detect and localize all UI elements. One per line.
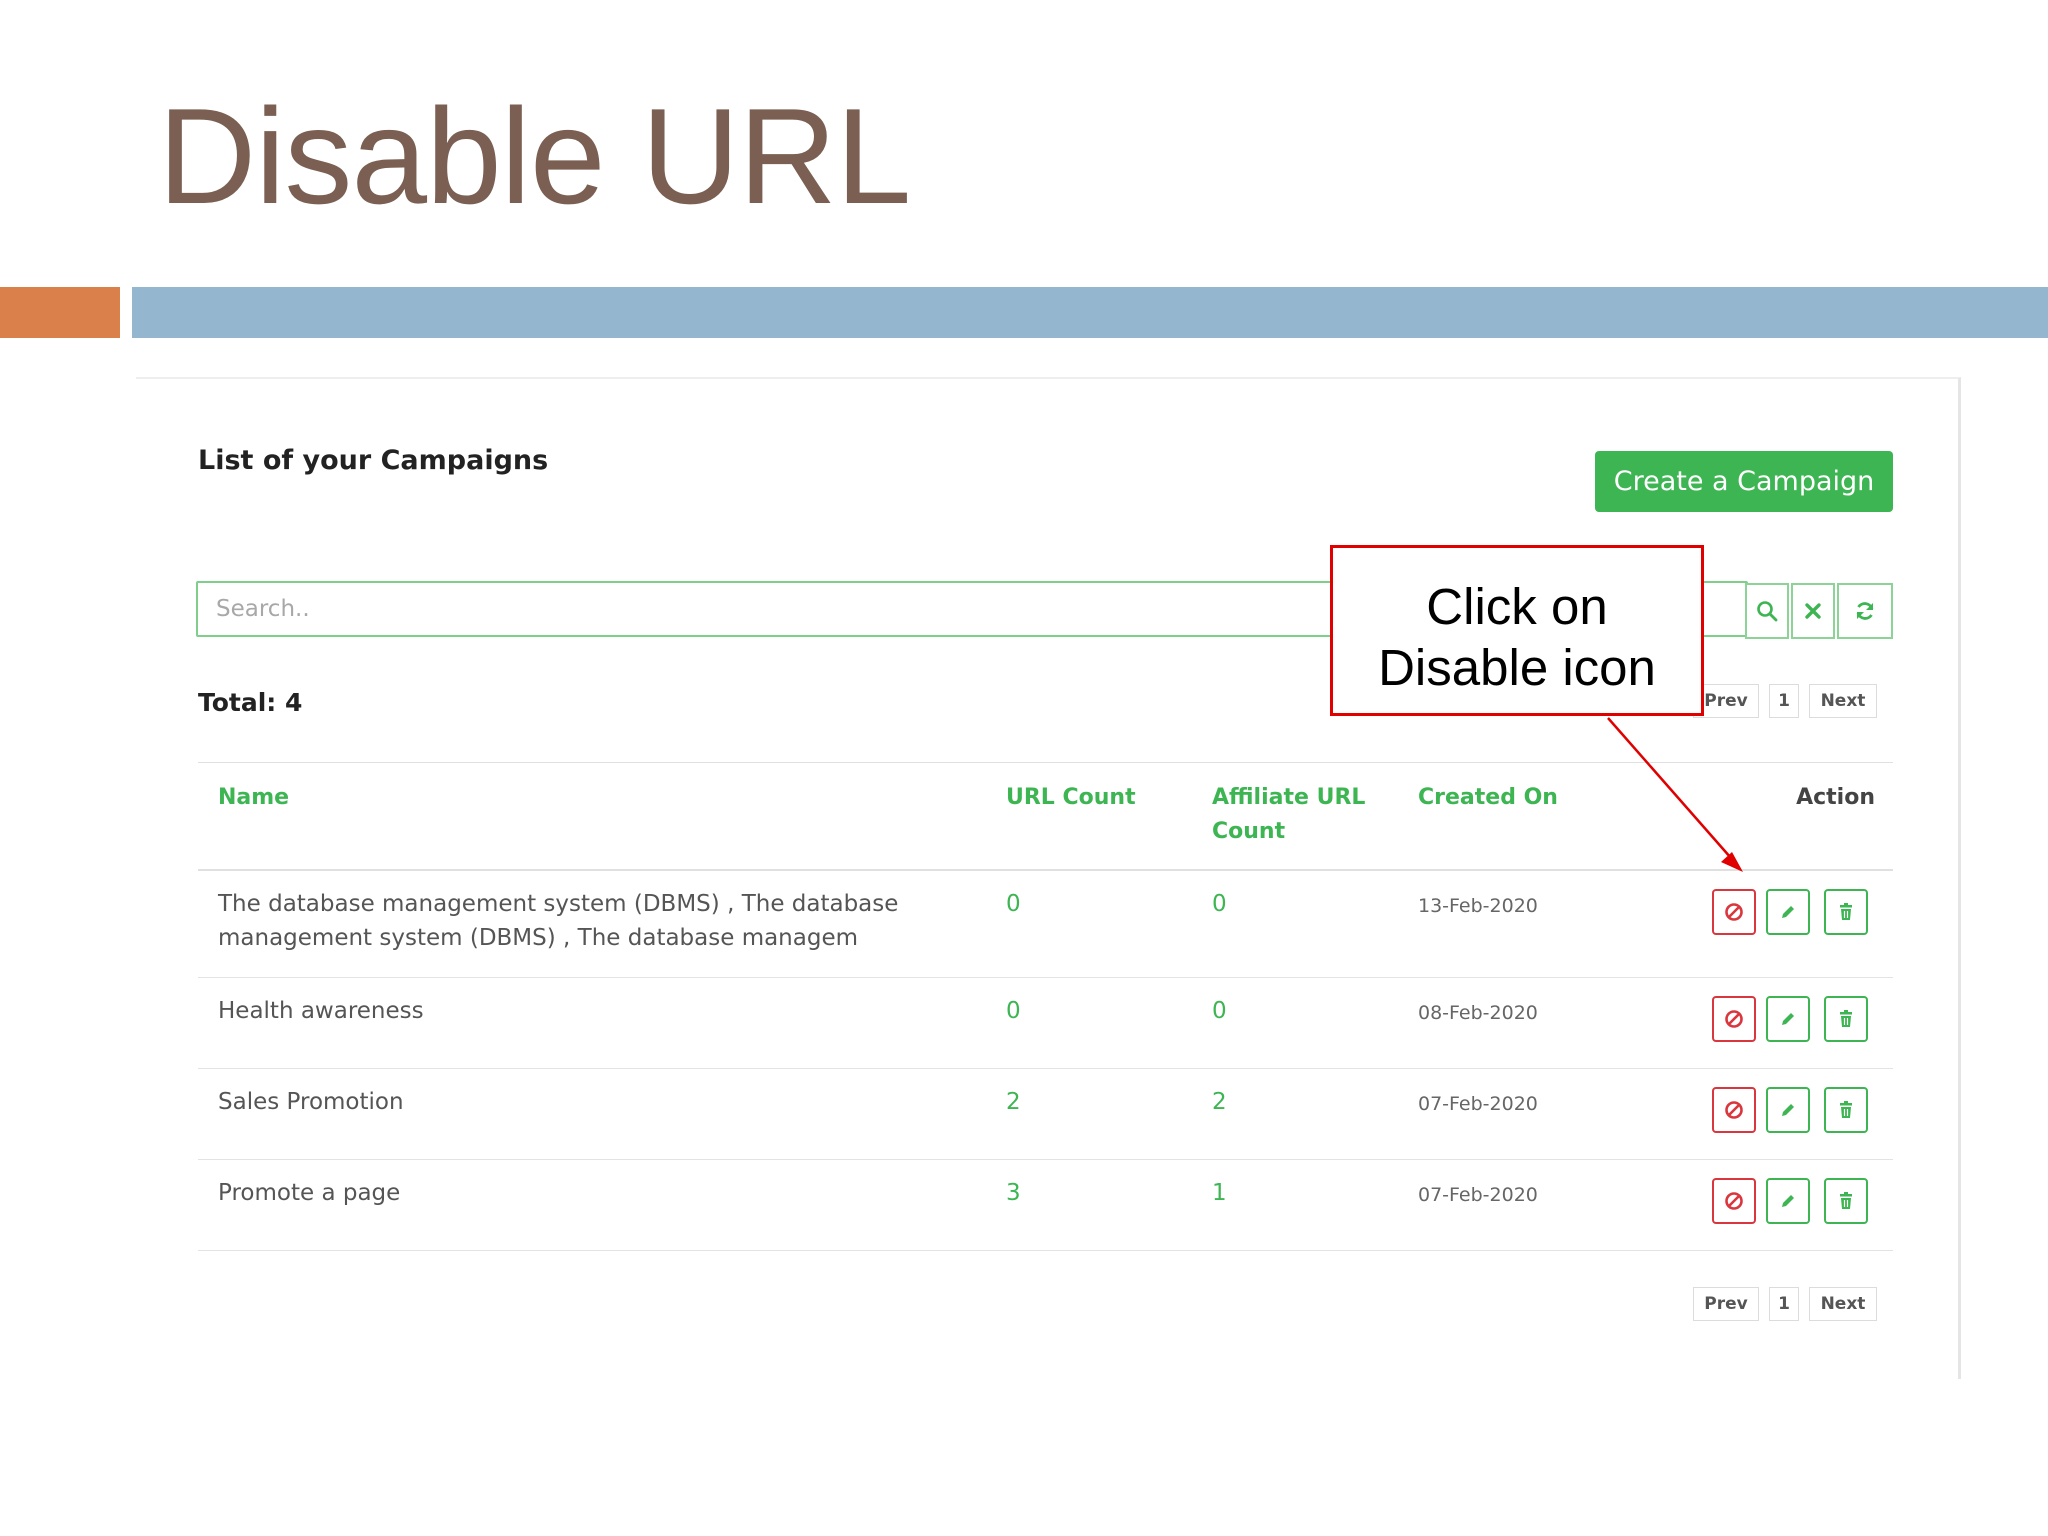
col-created-on[interactable]: Created On (1418, 781, 1558, 815)
trash-icon (1840, 903, 1852, 920)
total-count: Total: 4 (198, 688, 303, 717)
created-on: 13-Feb-2020 (1418, 895, 1538, 917)
callout-line2: Disable icon (1378, 639, 1656, 696)
refresh-icon (1856, 602, 1874, 620)
pencil-icon (1782, 1195, 1794, 1207)
campaign-name-line2: management system (DBMS) , The database … (218, 925, 859, 951)
disable-button[interactable] (1712, 996, 1756, 1042)
pencil-icon (1782, 1104, 1794, 1116)
table-row: Health awareness 0 0 08-Feb-2020 (198, 978, 1893, 1069)
campaign-panel: List of your Campaigns Create a Campaign… (136, 377, 1961, 1379)
created-on: 07-Feb-2020 (1418, 1093, 1538, 1115)
pagination-bottom: Prev 1 Next (1693, 1287, 1877, 1321)
url-count: 2 (1006, 1089, 1021, 1115)
table-row: The database management system (DBMS) , … (198, 871, 1893, 978)
col-url-count[interactable]: URL Count (1006, 781, 1136, 815)
campaign-table: Name URL Count Affiliate URL Count Creat… (198, 762, 1893, 1251)
disable-button[interactable] (1712, 889, 1756, 935)
ban-icon (1725, 1101, 1743, 1119)
ban-icon (1725, 1010, 1743, 1028)
pagination-top: Prev 1 Next (1693, 684, 1877, 718)
table-header: Name URL Count Affiliate URL Count Creat… (198, 762, 1893, 871)
edit-button[interactable] (1766, 889, 1810, 935)
search-button[interactable] (1745, 583, 1789, 639)
disable-button[interactable] (1712, 1087, 1756, 1133)
ban-icon (1725, 1192, 1743, 1210)
campaign-name[interactable]: Health awareness (218, 994, 948, 1028)
callout-line1: Click on (1426, 578, 1608, 635)
edit-button[interactable] (1766, 1178, 1810, 1224)
affiliate-url-count: 1 (1212, 1180, 1227, 1206)
trash-icon (1840, 1192, 1852, 1209)
next-page-button[interactable]: Next (1809, 684, 1877, 718)
table-row: Sales Promotion 2 2 07-Feb-2020 (198, 1069, 1893, 1160)
delete-button[interactable] (1824, 1178, 1868, 1224)
url-count: 0 (1006, 998, 1021, 1024)
col-name[interactable]: Name (218, 781, 289, 815)
delete-button[interactable] (1824, 1087, 1868, 1133)
table-row: Promote a page 3 1 07-Feb-2020 (198, 1160, 1893, 1251)
next-page-button[interactable]: Next (1809, 1287, 1877, 1321)
col-action: Action (1796, 785, 1875, 810)
edit-button[interactable] (1766, 1087, 1810, 1133)
created-on: 07-Feb-2020 (1418, 1184, 1538, 1206)
delete-button[interactable] (1824, 996, 1868, 1042)
ban-icon (1725, 903, 1743, 921)
affiliate-url-count: 0 (1212, 891, 1227, 917)
pencil-icon (1782, 906, 1794, 918)
panel-title: List of your Campaigns (198, 445, 549, 476)
edit-button[interactable] (1766, 996, 1810, 1042)
accent-bar-orange (0, 287, 120, 338)
affiliate-url-count: 0 (1212, 998, 1227, 1024)
instruction-callout: Click on Disable icon (1330, 545, 1704, 716)
trash-icon (1840, 1101, 1852, 1118)
col-affiliate-line1: Affiliate URL (1212, 785, 1366, 810)
slide-title: Disable URL (158, 80, 911, 232)
campaign-name[interactable]: The database management system (DBMS) , … (218, 887, 948, 955)
refresh-button[interactable] (1837, 583, 1893, 639)
url-count: 0 (1006, 891, 1021, 917)
disable-button[interactable] (1712, 1178, 1756, 1224)
trash-icon (1840, 1010, 1852, 1027)
accent-bar-blue (132, 287, 2048, 338)
create-campaign-button[interactable]: Create a Campaign (1595, 451, 1893, 512)
page-number-button[interactable]: 1 (1769, 1287, 1799, 1321)
close-icon (1805, 603, 1821, 619)
col-affiliate-url-count[interactable]: Affiliate URL Count (1212, 781, 1365, 849)
page-number-button[interactable]: 1 (1769, 684, 1799, 718)
col-affiliate-line2: Count (1212, 819, 1286, 844)
campaign-name[interactable]: Sales Promotion (218, 1085, 948, 1119)
campaign-name-line1: The database management system (DBMS) , … (218, 891, 899, 917)
affiliate-url-count: 2 (1212, 1089, 1227, 1115)
prev-page-button[interactable]: Prev (1693, 1287, 1759, 1321)
clear-search-button[interactable] (1791, 583, 1835, 639)
created-on: 08-Feb-2020 (1418, 1002, 1538, 1024)
url-count: 3 (1006, 1180, 1021, 1206)
search-icon (1757, 601, 1778, 622)
campaign-name[interactable]: Promote a page (218, 1176, 948, 1210)
delete-button[interactable] (1824, 889, 1868, 935)
pencil-icon (1782, 1013, 1794, 1025)
